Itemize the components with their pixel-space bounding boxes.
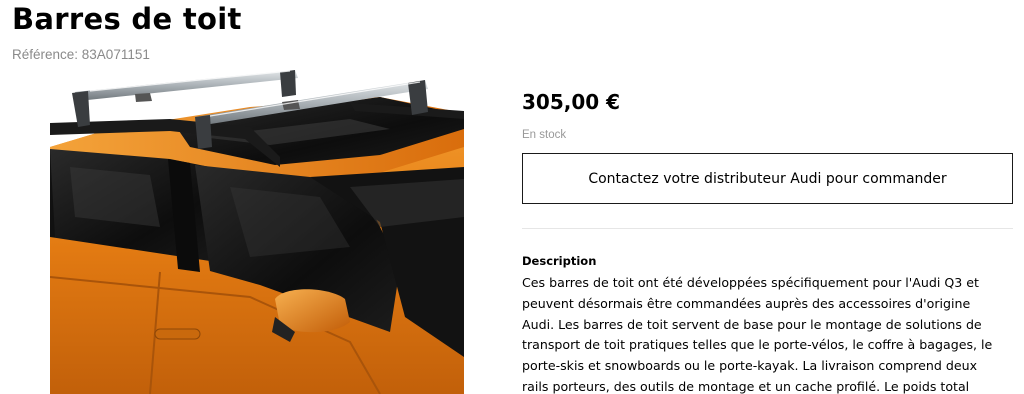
description-line: rails porteurs, des outils de montage et… bbox=[522, 378, 970, 394]
contact-dealer-button[interactable]: Contactez votre distributeur Audi pour c… bbox=[522, 153, 1013, 204]
description-body: Ces barres de toit ont été développées s… bbox=[522, 273, 1002, 394]
description-line: porte-skis et snowboards ou le porte-kay… bbox=[522, 358, 978, 374]
description-line: transport de toit pratiques telles que l… bbox=[522, 337, 993, 353]
stock-status: En stock bbox=[522, 129, 567, 141]
product-price: 305,00 € bbox=[522, 90, 621, 114]
description-line: Audi. Les barres de toit servent de base… bbox=[522, 316, 982, 332]
page-title: Barres de toit bbox=[12, 2, 242, 36]
description-line: Ces barres de toit ont été développées s… bbox=[522, 275, 979, 290]
product-reference: Référence: 83A071151 bbox=[12, 47, 150, 62]
product-image[interactable] bbox=[50, 67, 464, 394]
section-divider bbox=[522, 228, 1013, 229]
description-heading: Description bbox=[522, 254, 597, 268]
description-line: peuvent désormais être commandées auprès… bbox=[522, 295, 971, 311]
car-roof-bars-illustration bbox=[50, 70, 464, 394]
